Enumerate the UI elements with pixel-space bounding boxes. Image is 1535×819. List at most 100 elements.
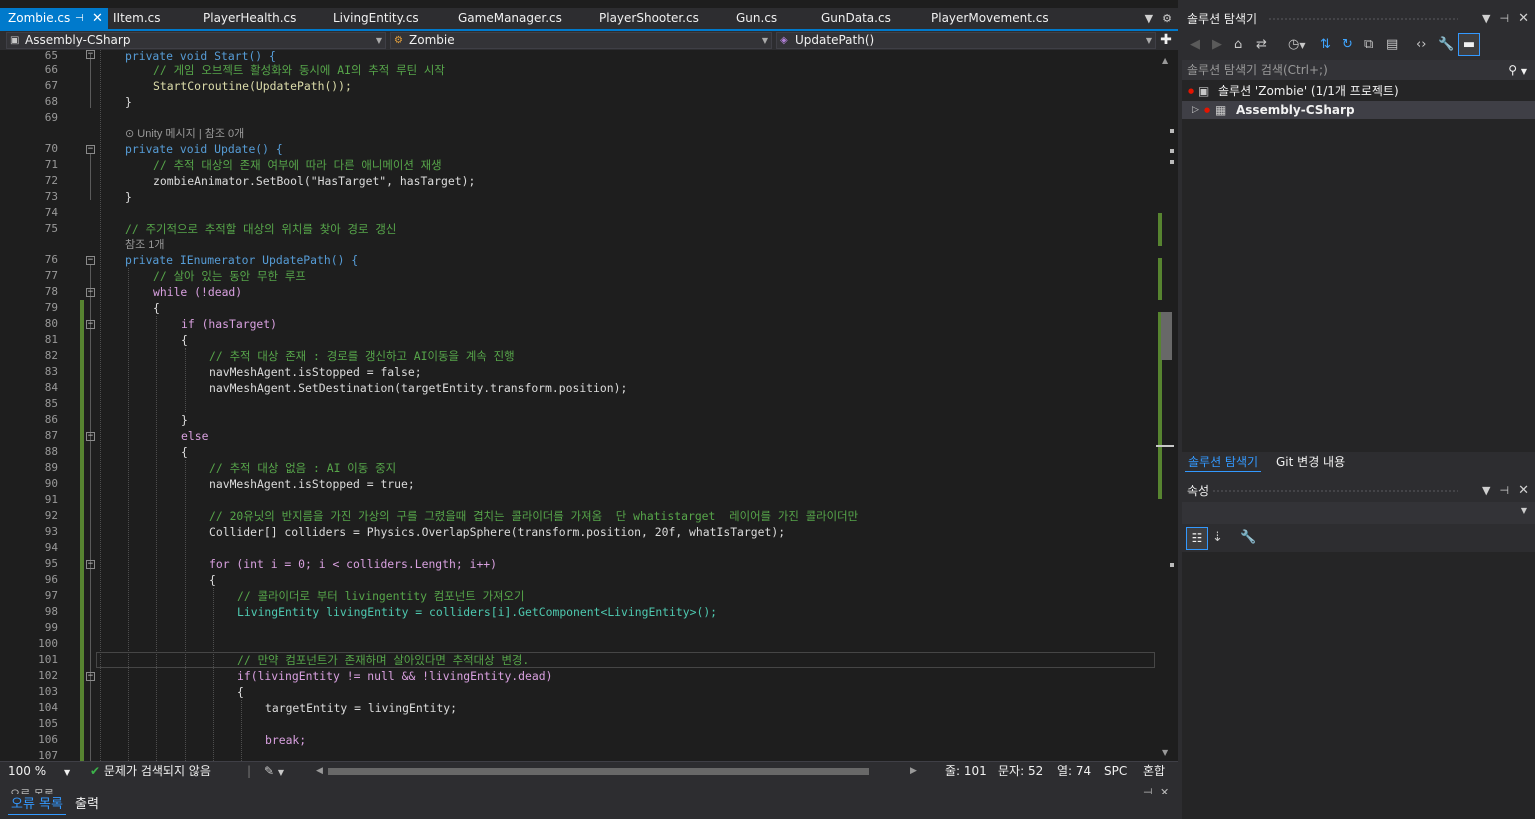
horizontal-scroll-thumb[interactable]	[328, 768, 869, 775]
line-number: 80	[44, 317, 58, 330]
horizontal-scrollbar[interactable]	[316, 767, 924, 776]
code-line-93: Collider[] colliders = Physics.OverlapSp…	[209, 525, 786, 539]
chevron-down-icon: ▼	[1145, 36, 1152, 45]
fold-line	[90, 153, 91, 200]
split-icon[interactable]: ✚	[1158, 32, 1174, 49]
code-line-75: // 주기적으로 추적할 대상의 위치를 찾아 경로 갱신	[125, 222, 397, 236]
line-number: 107	[38, 749, 58, 761]
scroll-marker	[1170, 160, 1174, 164]
line-number: 97	[44, 589, 58, 602]
tab-livingentity-cs[interactable]: LivingEntity.cs	[333, 8, 419, 29]
zoom-dropdown[interactable]: 100 % ▼	[8, 762, 70, 782]
class-dropdown[interactable]: ⚙ Zombie ▼	[390, 32, 772, 49]
pin-icon[interactable]: ⊣	[1500, 480, 1510, 502]
tab-output[interactable]: 출력	[72, 795, 102, 815]
code-area[interactable]: 65 66 67 68 69 70 71 72 73 74 75 76 77 7…	[0, 50, 1156, 761]
sync-icon[interactable]: ⇅	[1320, 37, 1331, 53]
tab-git-changes[interactable]: Git 변경 내용	[1273, 452, 1348, 472]
pin-icon[interactable]: ⊣	[1500, 8, 1510, 30]
alphabetical-icon[interactable]: ⇣	[1212, 530, 1223, 546]
preview-selected-icon[interactable]: ▬	[1458, 33, 1480, 56]
tree-item-solution[interactable]: ● ▣ 솔루션 'Zombie' (1/1개 프로젝트)	[1182, 82, 1535, 100]
column-indicator[interactable]: 열: 74	[1057, 762, 1091, 780]
fold-toggle-icon[interactable]: −	[86, 288, 95, 297]
scroll-down-icon[interactable]: ▼	[1162, 748, 1168, 757]
forward-icon[interactable]: ▶	[1212, 37, 1222, 53]
close-icon[interactable]: ✕	[1160, 786, 1169, 794]
drag-grip[interactable]	[1212, 489, 1458, 494]
view-code-icon[interactable]: ‹›	[1416, 37, 1426, 53]
refresh-icon[interactable]: ↻	[1342, 37, 1353, 53]
scroll-right-icon[interactable]: ▶	[910, 762, 917, 780]
home-icon[interactable]: ⌂	[1234, 37, 1242, 53]
codelens-text: Unity 메시지 | 참조 0개	[137, 128, 245, 140]
search-icon[interactable]: ⚲ ▼	[1508, 60, 1527, 82]
solution-search-input[interactable]: 솔루션 탐색기 검색(Ctrl+;) ⚲ ▼	[1182, 60, 1535, 80]
window-options-icon[interactable]: ▼	[1482, 8, 1490, 30]
fold-toggle-icon[interactable]: −	[86, 672, 95, 681]
member-dropdown[interactable]: ◈ UpdatePath() ▼	[776, 32, 1156, 49]
fold-toggle-icon[interactable]: −	[86, 50, 95, 59]
tab-gun-cs[interactable]: Gun.cs	[736, 8, 777, 29]
tab-list-dropdown-icon[interactable]: ▼	[1145, 12, 1153, 25]
change-marker	[80, 748, 84, 761]
tab-iitem-cs[interactable]: IItem.cs	[113, 8, 161, 29]
fold-toggle-icon[interactable]: −	[86, 256, 95, 265]
tab-playerhealth-cs[interactable]: PlayerHealth.cs	[203, 8, 296, 29]
code-line-70: private void Update() {	[125, 142, 283, 156]
expand-arrow-icon[interactable]: ▷	[1192, 101, 1199, 119]
close-icon[interactable]: ✕	[92, 8, 103, 29]
project-dropdown[interactable]: ▣ Assembly-CSharp ▼	[6, 32, 386, 49]
indent-guide	[241, 700, 242, 761]
chevron-down-icon: ▼	[63, 768, 71, 777]
brush-icon[interactable]: ✎ ▼	[264, 762, 284, 782]
tree-item-project[interactable]: ▷ ● ▦ Assembly-CSharp	[1182, 101, 1535, 119]
codelens-references[interactable]: 참조 1개	[125, 237, 165, 253]
issues-indicator[interactable]: ✔ 문제가 검색되지 않음	[90, 762, 211, 780]
drag-grip[interactable]	[1268, 17, 1458, 22]
char-indicator[interactable]: 문자: 52	[998, 762, 1043, 780]
tab-zombie-cs[interactable]: Zombie.cs ⊣ ✕	[0, 8, 108, 29]
show-all-files-icon[interactable]: ▤	[1386, 37, 1398, 53]
tab-playermovement-cs[interactable]: PlayerMovement.cs	[931, 8, 1049, 29]
fold-toggle-icon[interactable]: −	[86, 320, 95, 329]
pin-icon[interactable]: ⊣	[75, 8, 84, 29]
back-icon[interactable]: ◀	[1190, 37, 1200, 53]
error-list-header-label: 오류 목록	[10, 786, 54, 794]
categorized-icon[interactable]: ☷	[1186, 527, 1208, 550]
tab-gundata-cs[interactable]: GunData.cs	[821, 8, 891, 29]
whitespace-indicator[interactable]: SPC	[1104, 762, 1127, 780]
line-ending-indicator[interactable]: 혼합	[1143, 762, 1165, 780]
property-pages-icon[interactable]: 🔧	[1240, 530, 1256, 546]
pin-icon[interactable]: ⊣	[1143, 786, 1153, 794]
line-number: 106	[38, 733, 58, 746]
wrench-icon[interactable]: 🔧	[1438, 37, 1454, 53]
tab-error-list[interactable]: 오류 목록	[8, 795, 66, 815]
properties-object-dropdown[interactable]: ▼	[1182, 502, 1535, 524]
tab-playershooter-cs[interactable]: PlayerShooter.cs	[599, 8, 699, 29]
gear-icon[interactable]: ⚙	[1162, 12, 1172, 25]
tab-solution-explorer[interactable]: 솔루션 탐색기	[1185, 452, 1262, 472]
codelens-unity-message[interactable]: ⊙ Unity 메시지 | 참조 0개	[125, 126, 244, 142]
pending-changes-filter-icon[interactable]: ◷▼	[1288, 37, 1306, 54]
window-options-icon[interactable]: ▼	[1482, 480, 1490, 502]
fold-toggle-icon[interactable]: −	[86, 145, 95, 154]
collapse-all-icon[interactable]: ⧉	[1364, 37, 1373, 53]
tab-gamemanager-cs[interactable]: GameManager.cs	[458, 8, 562, 29]
close-icon[interactable]: ✕	[1518, 8, 1529, 30]
solution-label: 솔루션 'Zombie' (1/1개 프로젝트)	[1218, 84, 1399, 98]
code-line-95: for (int i = 0; i < colliders.Length; i+…	[209, 557, 498, 571]
line-number: 93	[44, 525, 58, 538]
scroll-up-icon[interactable]: ▲	[1162, 56, 1168, 65]
vertical-scrollbar[interactable]: ▲ ▼	[1156, 50, 1178, 761]
switch-views-icon[interactable]: ⇄	[1256, 37, 1267, 53]
indent-guide	[128, 268, 129, 761]
close-icon[interactable]: ✕	[1518, 480, 1529, 502]
fold-toggle-icon[interactable]: −	[86, 560, 95, 569]
line-number: 90	[44, 477, 58, 490]
code-line-97: // 콜라이더로 부터 livingentity 컴포넌트 가져오기	[237, 589, 525, 603]
project-label: Assembly-CSharp	[1236, 103, 1355, 117]
line-indicator[interactable]: 줄: 101	[945, 762, 987, 780]
scroll-thumb[interactable]	[1161, 312, 1172, 360]
fold-toggle-icon[interactable]: −	[86, 432, 95, 441]
